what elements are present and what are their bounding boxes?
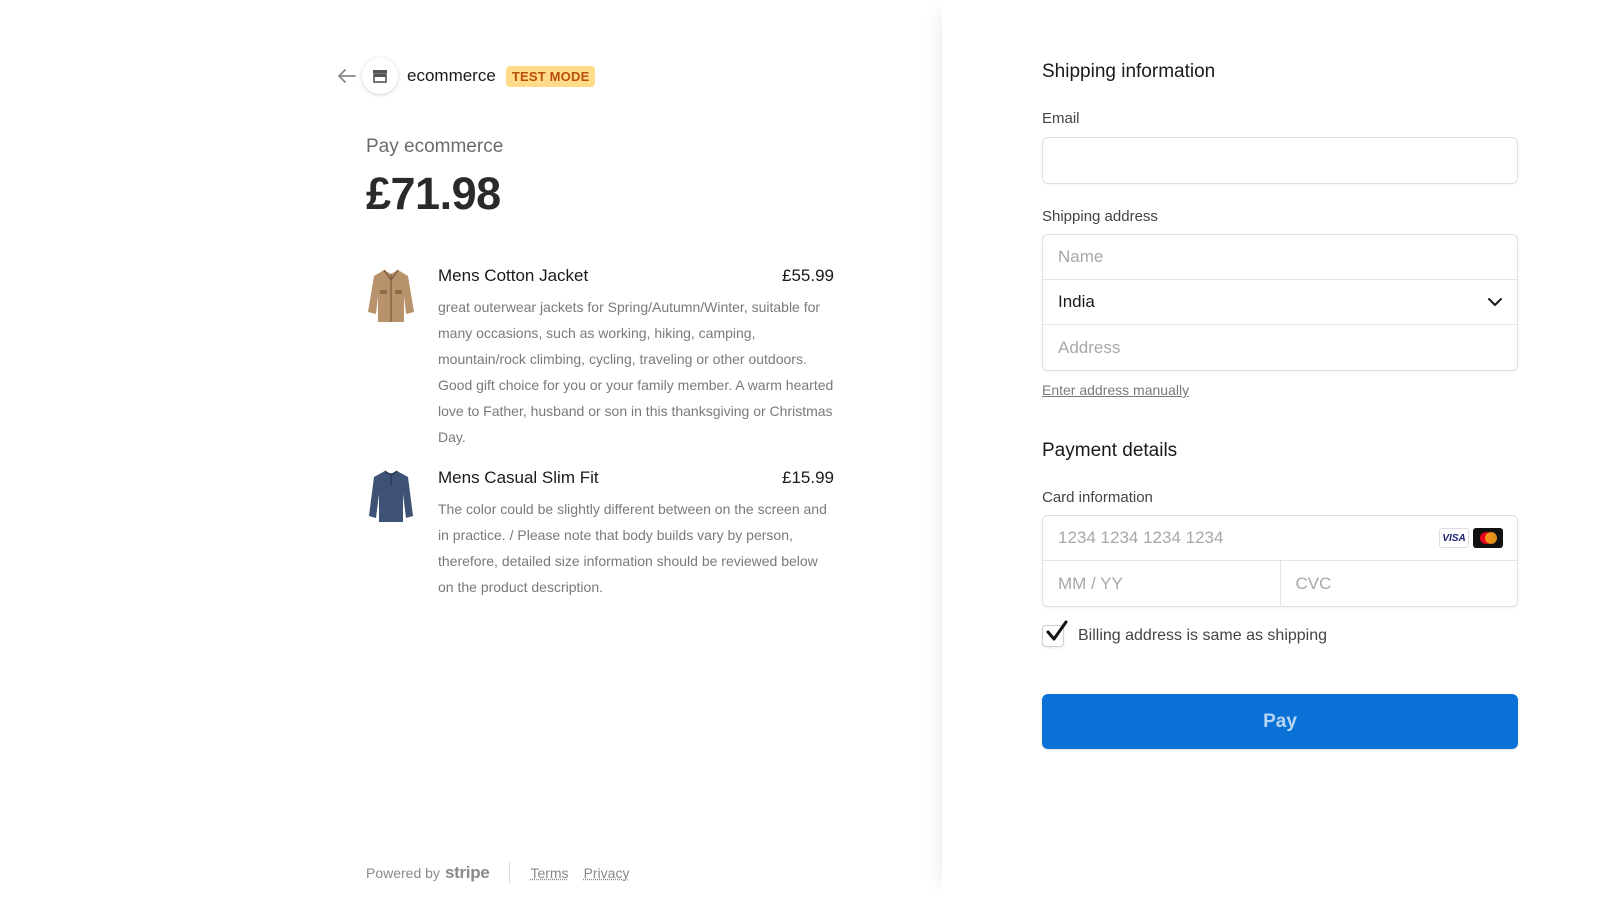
card-brand-logos: VISA: [1439, 528, 1503, 548]
stripe-logo[interactable]: stripe: [445, 863, 490, 883]
test-mode-badge: TEST MODE: [505, 65, 596, 87]
merchant-name: ecommerce: [407, 66, 496, 85]
billing-same-checkbox[interactable]: [1042, 620, 1068, 647]
total-amount: £71.98: [366, 168, 501, 219]
shipping-address-label: Shipping address: [1042, 208, 1158, 225]
product-price: £15.99: [782, 468, 834, 487]
footer: Powered by stripe Terms Privacy: [366, 862, 644, 884]
checkmark-icon: [1046, 620, 1068, 641]
checkout-form-pane: [942, 0, 1599, 897]
mastercard-icon: [1473, 528, 1503, 548]
email-label: Email: [1042, 110, 1080, 127]
shipping-section-title: Shipping information: [1042, 61, 1216, 82]
payment-section-title: Payment details: [1042, 440, 1178, 461]
product-name: Mens Casual Slim Fit: [438, 468, 599, 487]
arrow-left-icon[interactable]: [336, 65, 358, 87]
billing-same-row: Billing address is same as shipping: [1042, 620, 1328, 647]
pay-label: Pay ecommerce: [366, 136, 504, 157]
card-number-placeholder: 1234 1234 1234 1234: [1058, 528, 1224, 547]
footer-divider: [509, 862, 511, 884]
powered-by-text: Powered by: [366, 865, 440, 881]
country-select[interactable]: India: [1043, 280, 1517, 325]
terms-link[interactable]: Terms: [530, 865, 568, 881]
enter-address-manually-link[interactable]: Enter address manually: [1042, 382, 1189, 398]
billing-same-label: Billing address is same as shipping: [1078, 627, 1328, 644]
jacket-image: [366, 266, 416, 324]
product-price: £55.99: [782, 266, 834, 285]
card-information-group: 1234 1234 1234 1234 VISA MM / YY CVC: [1042, 515, 1518, 607]
email-field[interactable]: [1043, 138, 1517, 183]
product-name: Mens Cotton Jacket: [438, 266, 589, 285]
line-item: Mens Cotton Jacket £55.99 great outerwea…: [366, 266, 834, 456]
address-field[interactable]: Address: [1043, 325, 1517, 370]
order-summary-pane: ecommerce TEST MODE Pay ecommerce £71.98…: [0, 0, 942, 897]
line-item: Mens Casual Slim Fit £15.99 The color co…: [366, 468, 834, 608]
name-field[interactable]: Name: [1043, 235, 1517, 280]
country-value: India: [1058, 292, 1095, 311]
privacy-link[interactable]: Privacy: [584, 865, 630, 881]
card-information-label: Card information: [1042, 489, 1153, 506]
expiry-field[interactable]: MM / YY: [1043, 561, 1281, 606]
store-icon[interactable]: [362, 58, 398, 94]
chevron-down-icon: [1487, 294, 1503, 315]
visa-icon: VISA: [1439, 528, 1469, 548]
product-description: The color could be slightly different be…: [438, 501, 827, 595]
shirt-image: [366, 468, 416, 526]
card-number-field[interactable]: 1234 1234 1234 1234 VISA: [1043, 516, 1517, 561]
shipping-address-group: Name India Address: [1042, 234, 1518, 371]
email-field-box: [1042, 137, 1518, 184]
cvc-field[interactable]: CVC: [1281, 561, 1518, 606]
product-description: great outerwear jackets for Spring/Autum…: [438, 299, 834, 445]
pay-button[interactable]: Pay: [1042, 694, 1518, 749]
merchant-header: ecommerce TEST MODE: [336, 58, 596, 94]
